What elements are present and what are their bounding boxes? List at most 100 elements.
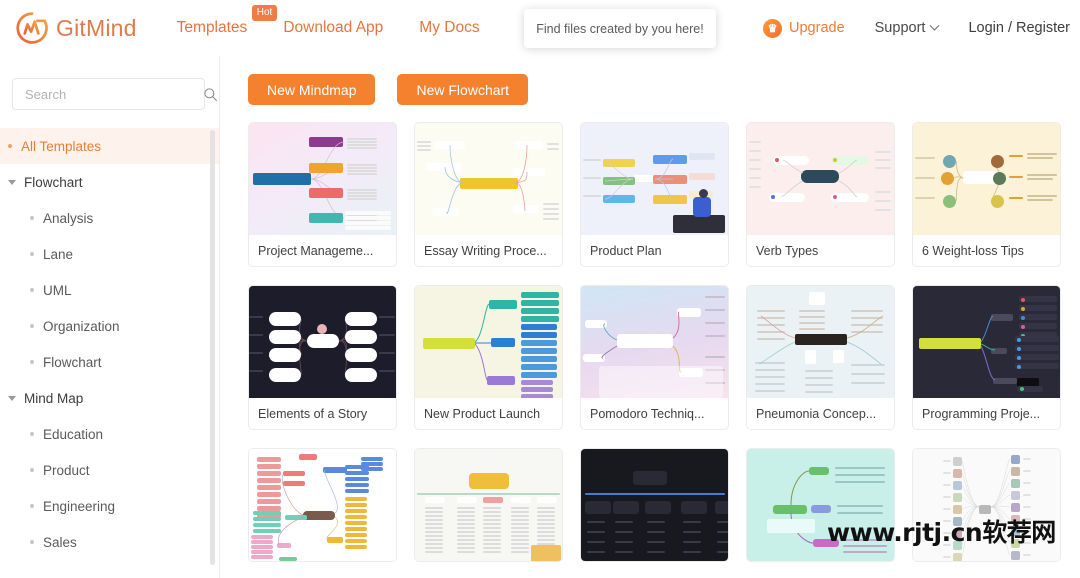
thumb-node (1021, 306, 1025, 311)
thumb-text-line (543, 218, 559, 220)
thumb-node (681, 501, 707, 514)
template-card[interactable]: Product Plan (580, 122, 729, 267)
login-register-button[interactable]: Login / Register (968, 20, 1070, 36)
thumb-node (345, 330, 377, 344)
template-title-text: New Product Launch (424, 406, 541, 421)
template-card[interactable]: Elements of a Story (248, 285, 397, 430)
search-box[interactable] (12, 78, 218, 110)
thumb-text-line (683, 531, 701, 533)
sidebar-item-product[interactable]: Product (0, 452, 219, 488)
sidebar-item-organization[interactable]: Organization (0, 308, 219, 344)
nav-download-app[interactable]: Download App (283, 19, 383, 37)
thumb-node (699, 189, 708, 198)
thumb-text-line (511, 519, 529, 521)
sidebar-item-education[interactable]: Education (0, 416, 219, 452)
thumb-text-line (1023, 470, 1031, 472)
template-thumbnail (581, 449, 728, 561)
bullet-icon (30, 324, 34, 328)
thumb-text-line (457, 511, 475, 513)
search-input[interactable] (23, 85, 203, 103)
new-mindmap-button[interactable]: New Mindmap (248, 74, 376, 105)
thumb-text-line (457, 551, 475, 553)
new-flowchart-button[interactable]: New Flowchart (397, 74, 529, 105)
thumb-text-line (457, 523, 475, 525)
thumb-node (767, 519, 815, 533)
template-card[interactable] (414, 448, 563, 562)
template-card[interactable]: Verb Types (746, 122, 895, 267)
sidebar-item-uml[interactable]: UML (0, 272, 219, 308)
thumb-text-line (587, 541, 605, 543)
thumb-node (483, 497, 503, 503)
sidebar-item-analysis[interactable]: Analysis (0, 200, 219, 236)
upgrade-button[interactable]: ♛ Upgrade (763, 18, 845, 38)
thumb-text-line (943, 508, 951, 510)
template-card[interactable] (580, 448, 729, 562)
brand-logo[interactable]: GitMind (14, 10, 137, 46)
search-icon[interactable] (203, 87, 218, 102)
thumb-text-line (587, 521, 605, 523)
thumb-node (991, 195, 1004, 208)
template-title: Elements of a Story (249, 398, 396, 429)
bullet-icon (30, 432, 34, 436)
thumb-node (425, 497, 445, 503)
thumb-text-line (347, 195, 377, 197)
thumb-text-line (835, 467, 885, 469)
template-card[interactable]: 6 Weight-loss Tips (912, 122, 1061, 267)
thumb-text-line (717, 541, 728, 543)
sidebar-item-label: Sales (43, 534, 77, 550)
thumb-text-line (417, 141, 431, 143)
thumb-node (1017, 355, 1021, 360)
template-thumbnail (249, 123, 396, 235)
template-card[interactable]: New Product Launch (414, 285, 563, 430)
template-card[interactable]: Pneumonia Concep... (746, 285, 895, 430)
template-card[interactable]: Programming Proje... (912, 285, 1061, 430)
thumb-text-line (379, 352, 395, 354)
template-title: 6 Weight-loss Tips (913, 235, 1060, 266)
thumb-node (689, 153, 715, 160)
template-title-text: Programming Proje... (922, 406, 1041, 421)
thumb-node (1015, 336, 1059, 342)
thumb-connectors (444, 144, 528, 214)
nav-templates[interactable]: Templates Hot (177, 5, 278, 37)
template-card[interactable]: Project Manageme... (248, 122, 397, 267)
thumb-text-line (249, 316, 263, 318)
thumb-text-line (457, 527, 475, 529)
main-nav: Templates Hot Download App My Docs (177, 5, 516, 37)
thumb-text-line (543, 203, 559, 205)
thumb-node (317, 324, 327, 334)
template-title-text: 6 Weight-loss Tips (922, 243, 1024, 258)
crown-icon: ♛ (763, 18, 783, 38)
thumb-text-line (875, 159, 891, 161)
thumb-text-line (705, 335, 725, 337)
bullet-icon (30, 288, 34, 292)
thumb-text-line (647, 551, 665, 553)
template-card[interactable]: Essay Writing Proce... (414, 122, 563, 267)
sidebar-item-engineering[interactable]: Engineering (0, 488, 219, 524)
thumb-text-line (1023, 482, 1031, 484)
thumb-node (345, 216, 391, 220)
thumb-text-line (425, 535, 443, 537)
sidebar-item-mind-map[interactable]: Mind Map (0, 380, 219, 416)
template-grid: Project Manageme... Essay Writing Proce..… (248, 122, 1080, 562)
thumb-node (633, 471, 667, 485)
thumb-text-line (483, 547, 501, 549)
sidebar-item-label: Engineering (43, 498, 116, 514)
thumb-text-line (1027, 174, 1057, 176)
thumb-text-line (615, 551, 633, 553)
header-right-group: ♛ Upgrade Support Login / Register (763, 0, 1076, 56)
template-card[interactable] (248, 448, 397, 562)
sidebar-item-flowchart[interactable]: Flowchart (0, 164, 219, 200)
my-docs-tooltip: Find files created by you here! (524, 9, 716, 48)
sidebar-scrollbar[interactable] (210, 130, 215, 565)
sidebar-item-sales[interactable]: Sales (0, 524, 219, 560)
support-menu[interactable]: Support (875, 20, 940, 36)
sidebar-item-lane[interactable]: Lane (0, 236, 219, 272)
thumb-text-line (547, 148, 559, 150)
thumb-text-line (511, 547, 529, 549)
nav-my-docs[interactable]: My Docs (419, 19, 479, 37)
sidebar-item-all-templates[interactable]: All Templates (0, 128, 219, 164)
thumb-text-line (943, 484, 951, 486)
template-card[interactable]: Pomodoro Techniq... (580, 285, 729, 430)
thumb-text-line (615, 521, 633, 523)
sidebar-item-flowchart[interactable]: Flowchart (0, 344, 219, 380)
